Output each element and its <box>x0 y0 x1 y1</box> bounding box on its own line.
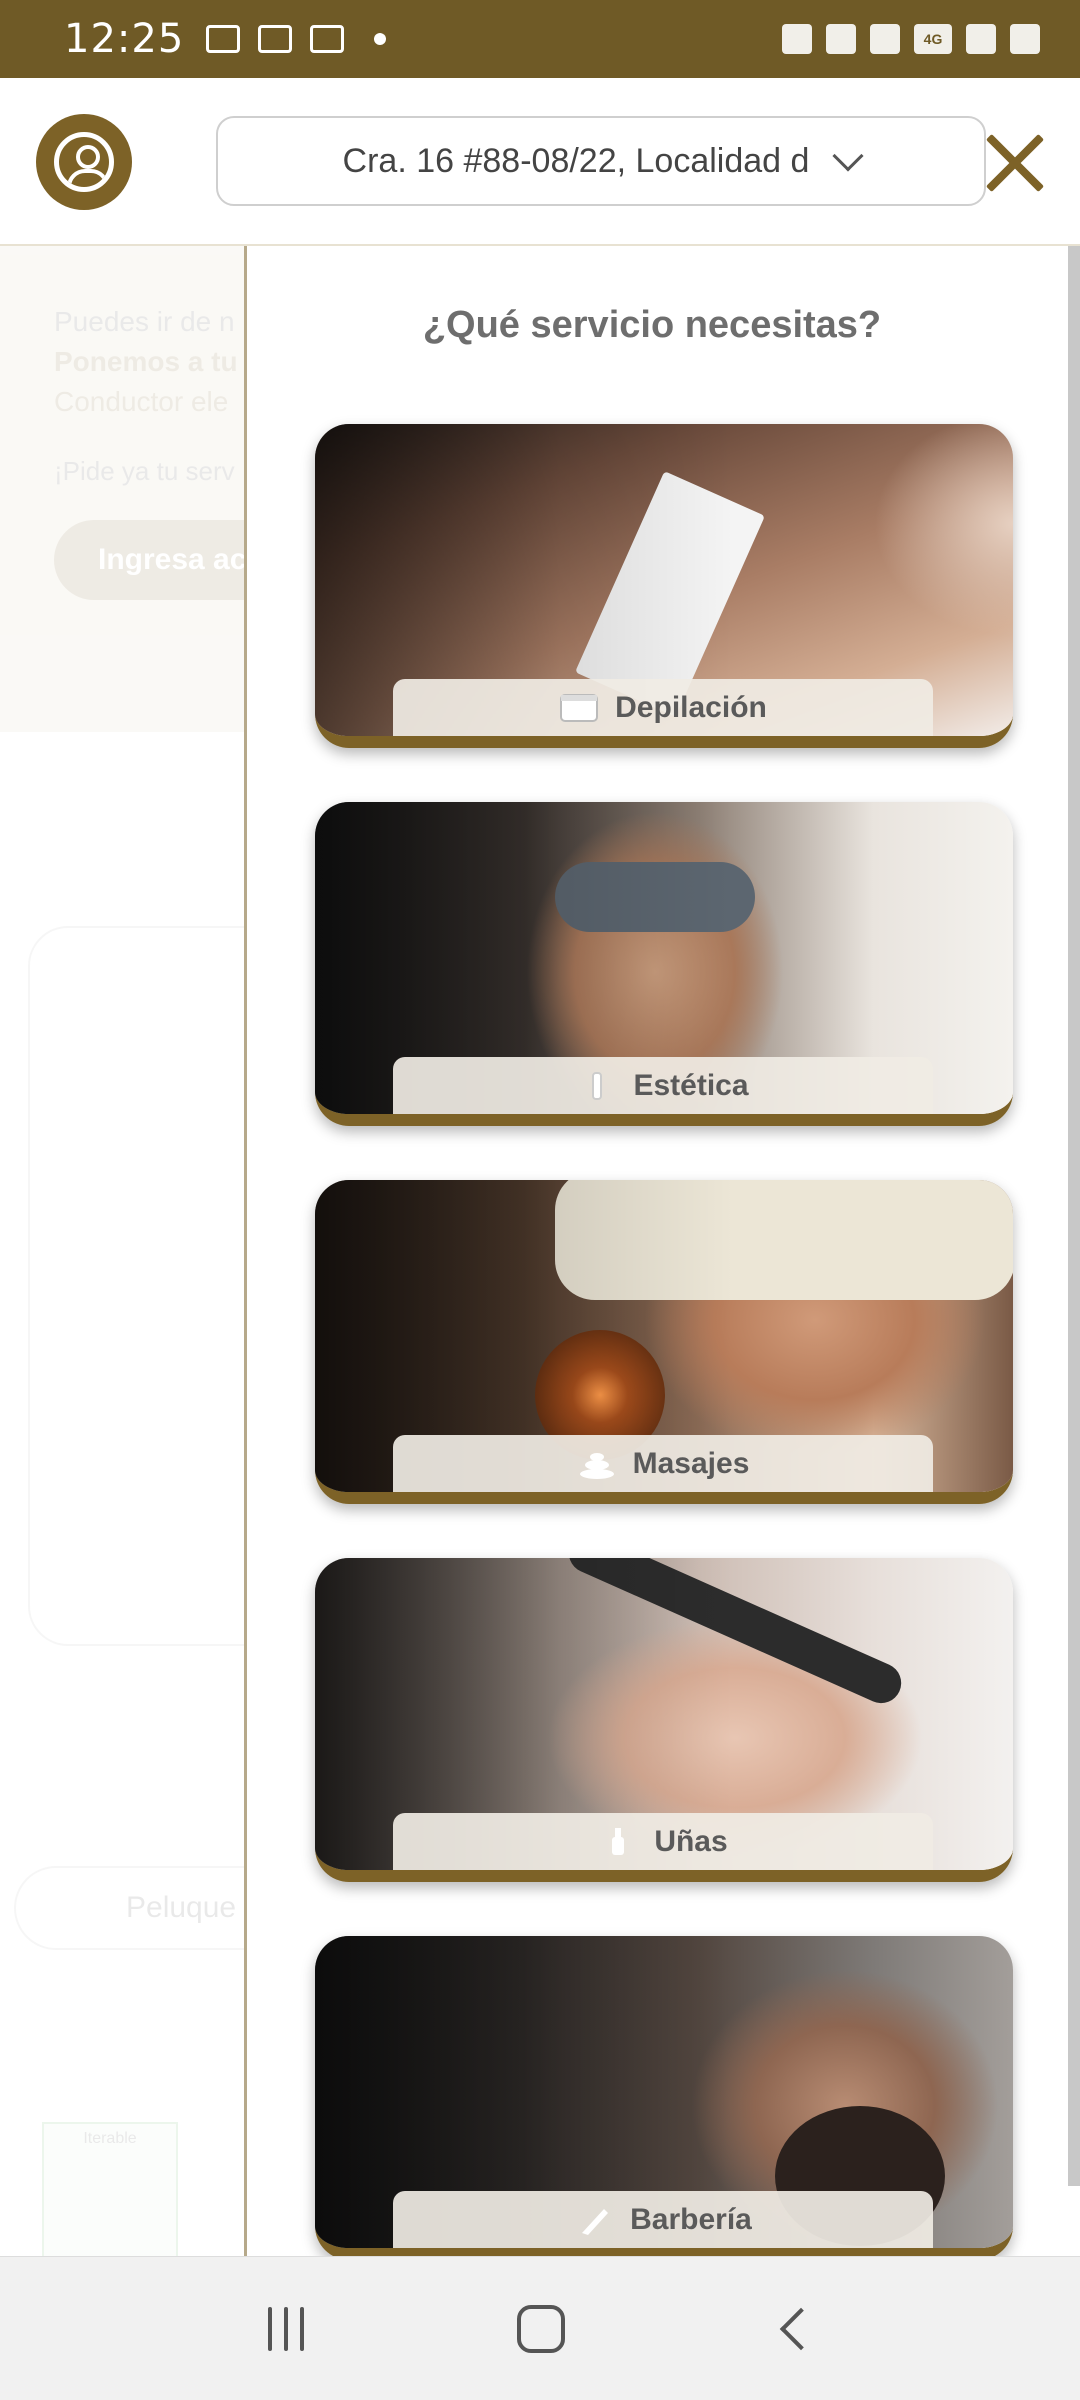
address-selector[interactable]: Cra. 16 #88-08/22, Localidad d <box>216 116 986 206</box>
status-time: 12:25 <box>64 16 185 62</box>
more-notifications-icon <box>374 33 387 45</box>
wax-strip-icon <box>560 694 599 722</box>
system-nav-bar <box>0 2256 1080 2400</box>
system-icons: 4G <box>782 24 1040 54</box>
service-card-depilacion[interactable]: Depilación <box>315 424 1013 748</box>
recents-button[interactable] <box>264 2306 308 2351</box>
service-label-text: Masajes <box>632 1447 750 1480</box>
battery-saver-icon <box>826 24 856 54</box>
stones-icon <box>579 1453 614 1479</box>
mute-icon <box>782 24 812 54</box>
profile-avatar-button[interactable] <box>36 114 132 210</box>
home-button[interactable] <box>516 2304 565 2353</box>
service-card-unas[interactable]: Uñas <box>315 1558 1013 1882</box>
background-text: Puedes ir de n <box>54 306 235 337</box>
nail-polish-icon <box>612 1828 625 1855</box>
service-label-text: Depilación <box>615 691 767 724</box>
background-debug-box: Iterable <box>42 2122 178 2262</box>
background-text: Conductor ele <box>54 386 229 417</box>
service-label-text: Estética <box>633 1069 749 1102</box>
drawer-scrollbar[interactable] <box>1068 246 1080 2186</box>
mail-icon <box>310 25 345 53</box>
service-card-masajes[interactable]: Masajes <box>315 1180 1013 1504</box>
back-button[interactable] <box>779 2307 822 2350</box>
wifi-icon <box>870 24 900 54</box>
service-card-barberia[interactable]: Barbería <box>315 1936 1013 2256</box>
service-label: Estética <box>393 1057 933 1114</box>
service-card-estetica[interactable]: Estética <box>315 802 1013 1126</box>
service-label: Masajes <box>393 1435 933 1492</box>
laptop-icon <box>258 25 293 53</box>
service-label: Depilación <box>393 679 933 736</box>
gallery-icon <box>206 25 241 53</box>
app-header: Cra. 16 #88-08/22, Localidad d <box>0 78 1080 246</box>
status-bar: 12:25 4G <box>0 0 1080 78</box>
volte-4g-icon: 4G <box>914 24 952 54</box>
close-icon[interactable] <box>980 128 1050 198</box>
bottle-icon <box>592 1072 603 1100</box>
panel-title: ¿Qué servicio necesitas? <box>422 304 882 346</box>
chevron-down-icon <box>832 140 864 172</box>
background-box-title: Iterable <box>83 2130 137 2147</box>
address-text: Cra. 16 #88-08/22, Localidad d <box>342 141 810 180</box>
background-text: ¡Pide ya tu serv <box>54 456 235 486</box>
service-label: Uñas <box>393 1813 933 1870</box>
service-label-text: Barbería <box>630 2203 752 2236</box>
service-drawer: ¿Qué servicio necesitas? Depilación Esté… <box>244 246 1068 2256</box>
user-icon <box>54 132 114 192</box>
service-label: Barbería <box>393 2191 933 2248</box>
signal-icon <box>966 24 996 54</box>
service-label-text: Uñas <box>654 1825 728 1858</box>
notification-icons <box>206 25 387 53</box>
razor-icon <box>582 2209 609 2235</box>
background-text: Ponemos a tu <box>54 346 238 377</box>
battery-icon <box>1010 24 1040 54</box>
